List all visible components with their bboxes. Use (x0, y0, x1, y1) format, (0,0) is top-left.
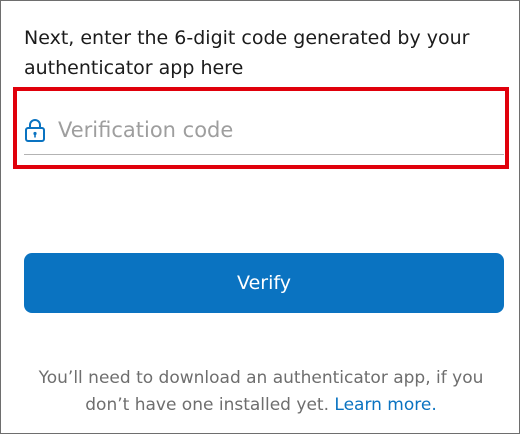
help-text: You’ll need to download an authenticator… (15, 365, 507, 419)
verification-panel: Next, enter the 6-digit code generated b… (0, 0, 520, 434)
lock-icon (25, 118, 45, 142)
learn-more-link[interactable]: Learn more. (334, 395, 436, 415)
instruction-text: Next, enter the 6-digit code generated b… (24, 27, 470, 79)
verify-button[interactable]: Verify (24, 253, 504, 313)
verification-code-input[interactable] (58, 117, 488, 142)
verification-code-field[interactable] (24, 109, 504, 155)
